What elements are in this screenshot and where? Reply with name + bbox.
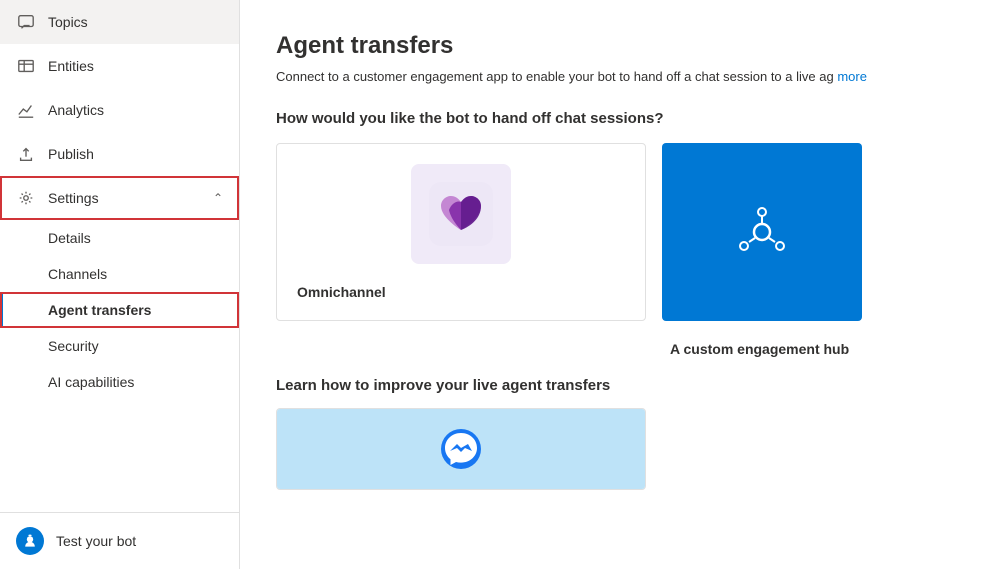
sidebar-subitem-security[interactable]: Security xyxy=(0,328,239,364)
custom-hub-icon xyxy=(730,200,794,264)
test-your-bot-button[interactable]: Test your bot xyxy=(0,513,239,569)
speech-bubble-icon xyxy=(16,12,36,32)
sidebar: Topics Entities Analytics xyxy=(0,0,240,569)
sidebar-subitem-details[interactable]: Details xyxy=(0,220,239,256)
page-title: Agent transfers xyxy=(276,32,959,60)
sidebar-item-publish[interactable]: Publish xyxy=(0,132,239,176)
sidebar-scroll: Topics Entities Analytics xyxy=(0,0,239,512)
gear-icon xyxy=(16,188,36,208)
sidebar-item-topics[interactable]: Topics xyxy=(0,0,239,44)
sidebar-subitem-security-label: Security xyxy=(48,338,99,354)
learn-section-title: Learn how to improve your live agent tra… xyxy=(276,377,959,394)
subtitle-text: Connect to a customer engagement app to … xyxy=(276,69,834,84)
sidebar-item-analytics-label: Analytics xyxy=(48,102,223,118)
sidebar-subitem-details-label: Details xyxy=(48,230,91,246)
table-icon xyxy=(16,56,36,76)
upload-icon xyxy=(16,144,36,164)
subtitle-more-link[interactable]: more xyxy=(837,69,867,84)
bot-avatar xyxy=(16,527,44,555)
custom-hub-card[interactable] xyxy=(662,143,862,321)
sidebar-subitem-agent-transfers[interactable]: Agent transfers xyxy=(0,292,239,328)
sidebar-item-topics-label: Topics xyxy=(48,14,223,30)
sidebar-subitem-agent-transfers-label: Agent transfers xyxy=(48,302,151,318)
cards-row: Omnichannel xyxy=(276,143,959,321)
sidebar-bottom: Test your bot xyxy=(0,512,239,569)
sidebar-item-settings-label: Settings xyxy=(48,190,213,206)
section1-title: How would you like the bot to hand off c… xyxy=(276,110,959,127)
learn-card-image xyxy=(277,409,645,489)
test-your-bot-label: Test your bot xyxy=(56,533,136,549)
sidebar-item-analytics[interactable]: Analytics xyxy=(0,88,239,132)
sidebar-item-entities-label: Entities xyxy=(48,58,223,74)
page-subtitle: Connect to a customer engagement app to … xyxy=(276,68,959,86)
learn-card[interactable] xyxy=(276,408,646,490)
sidebar-subitem-ai-capabilities[interactable]: AI capabilities xyxy=(0,364,239,400)
main-content: Agent transfers Connect to a customer en… xyxy=(240,0,995,569)
omnichannel-icon-area xyxy=(297,164,625,264)
sidebar-item-entities[interactable]: Entities xyxy=(0,44,239,88)
sidebar-subitem-channels[interactable]: Channels xyxy=(0,256,239,292)
chart-icon xyxy=(16,100,36,120)
chevron-up-icon: ⌃ xyxy=(213,191,223,205)
sidebar-subitem-ai-capabilities-label: AI capabilities xyxy=(48,374,134,390)
omnichannel-logo xyxy=(411,164,511,264)
omnichannel-label: Omnichannel xyxy=(297,284,386,300)
sidebar-item-settings[interactable]: Settings ⌃ xyxy=(0,176,239,220)
learn-card-icon xyxy=(437,425,485,473)
custom-hub-label: A custom engagement hub xyxy=(662,341,862,357)
omnichannel-card[interactable]: Omnichannel xyxy=(276,143,646,321)
sidebar-subitem-channels-label: Channels xyxy=(48,266,107,282)
card-labels-row: A custom engagement hub xyxy=(276,337,959,357)
sidebar-item-publish-label: Publish xyxy=(48,146,223,162)
